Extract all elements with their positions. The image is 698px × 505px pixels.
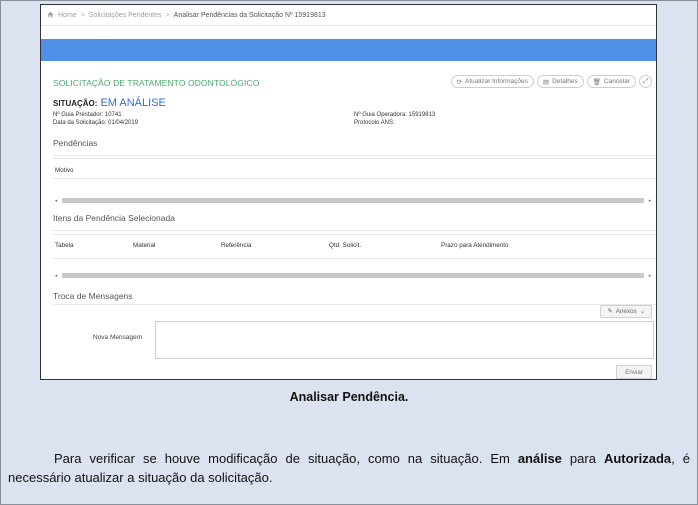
scroll-track[interactable]	[62, 273, 644, 278]
scroll-right-icon[interactable]: ▸	[647, 273, 653, 279]
paragraph-bold-autorizada: Autorizada	[603, 451, 672, 466]
card-title: SOLICITAÇÃO DE TRATAMENTO ODONTOLÓGICO	[53, 78, 260, 88]
info-left: Nº Guia Prestador: 10741 Data da Solicit…	[53, 111, 138, 127]
scroll-track[interactable]	[62, 198, 644, 203]
cancel-button[interactable]: 🗑 Cancelar	[586, 75, 636, 88]
send-button[interactable]: Enviar	[616, 365, 652, 379]
divider	[53, 178, 656, 179]
body-paragraph: Para verificar se houve modificação de s…	[8, 449, 690, 487]
chevron-down-icon: ⌄	[639, 308, 645, 315]
breadcrumb: Home > Solicitações Pendentes > Analisar…	[47, 11, 326, 20]
breadcrumb-home[interactable]: Home	[58, 12, 77, 19]
divider	[53, 158, 656, 159]
expand-icon: ⤢	[642, 77, 649, 85]
itens-col-tabela[interactable]: Tabela	[55, 242, 74, 249]
scroll-right-icon[interactable]: ▸	[647, 198, 653, 204]
details-icon: ▤	[542, 78, 550, 86]
pendencias-title: Pendências	[53, 138, 98, 148]
info-right: Nº Guia Operadora: 15919813 Protocolo AN…	[354, 111, 435, 127]
itens-col-referencia[interactable]: Referência	[221, 242, 251, 249]
header-divider	[41, 25, 656, 26]
anexos-button[interactable]: ✎ Anexos ⌄	[600, 305, 652, 318]
pendencias-scrollbar[interactable]: ◂ ▸	[53, 196, 653, 205]
divider	[53, 230, 656, 231]
itens-title: Itens da Pendência Selecionada	[53, 213, 175, 223]
mensagens-title: Troca de Mensagens	[53, 291, 133, 301]
itens-col-prazo[interactable]: Prazo para Atendimento	[441, 242, 509, 249]
scroll-left-icon[interactable]: ◂	[53, 198, 59, 204]
paperclip-icon: ✎	[607, 308, 613, 315]
nova-mensagem-label: Nova Mensagem	[93, 334, 143, 341]
paragraph-bold-analise: análise	[517, 451, 562, 466]
data-solicitacao: Data da Solicitação: 01/04/2019	[53, 120, 139, 126]
paragraph-text-2: para	[561, 451, 604, 466]
details-label: Detalhes	[552, 78, 578, 85]
scroll-left-icon[interactable]: ◂	[53, 273, 59, 279]
trash-icon: 🗑	[592, 78, 601, 86]
divider	[53, 155, 656, 156]
guia-prestador: Nº Guia Prestador: 10741	[53, 112, 122, 118]
nova-mensagem-textarea[interactable]	[155, 321, 654, 359]
divider	[53, 258, 656, 259]
paragraph-text-1: Para verificar se houve modificação de s…	[54, 451, 518, 466]
protocolo-ans: Protocolo ANS:	[354, 120, 395, 126]
breadcrumb-separator: >	[165, 12, 170, 19]
blue-header-bar	[41, 39, 656, 61]
itens-col-qtd[interactable]: Qtd. Solicit.	[329, 242, 361, 249]
itens-scrollbar[interactable]: ◂ ▸	[53, 271, 653, 280]
breadcrumb-current: Analisar Pendências da Solicitação Nº 15…	[173, 12, 326, 19]
breadcrumb-separator: >	[80, 12, 85, 19]
refresh-button[interactable]: ⟳ Atualizar Informações	[450, 75, 534, 88]
cancel-label: Cancelar	[603, 78, 630, 85]
status-label: SITUAÇÃO:	[53, 99, 98, 108]
app-screenshot: Home > Solicitações Pendentes > Analisar…	[40, 4, 657, 380]
divider	[53, 304, 656, 305]
breadcrumb-pending[interactable]: Solicitações Pendentes	[89, 12, 162, 19]
card-actions: ⟳ Atualizar Informações ▤ Detalhes 🗑 Can…	[450, 75, 652, 88]
refresh-label: Atualizar Informações	[465, 78, 528, 85]
expand-button[interactable]: ⤢	[639, 75, 652, 88]
details-button[interactable]: ▤ Detalhes	[536, 75, 584, 88]
status-row: SITUAÇÃO: EM ANÁLISE	[53, 97, 166, 109]
pendencias-col-motivo[interactable]: Motivo	[55, 167, 74, 174]
anexos-label: Anexos	[615, 308, 637, 315]
figure-caption: Analisar Pendência.	[289, 390, 409, 404]
guia-operadora: Nº Guia Operadora: 15919813	[354, 112, 436, 118]
itens-col-material[interactable]: Material	[133, 242, 155, 249]
status-value: EM ANÁLISE	[100, 97, 166, 109]
home-icon[interactable]	[47, 11, 54, 20]
divider	[53, 234, 656, 235]
refresh-icon: ⟳	[456, 78, 463, 86]
